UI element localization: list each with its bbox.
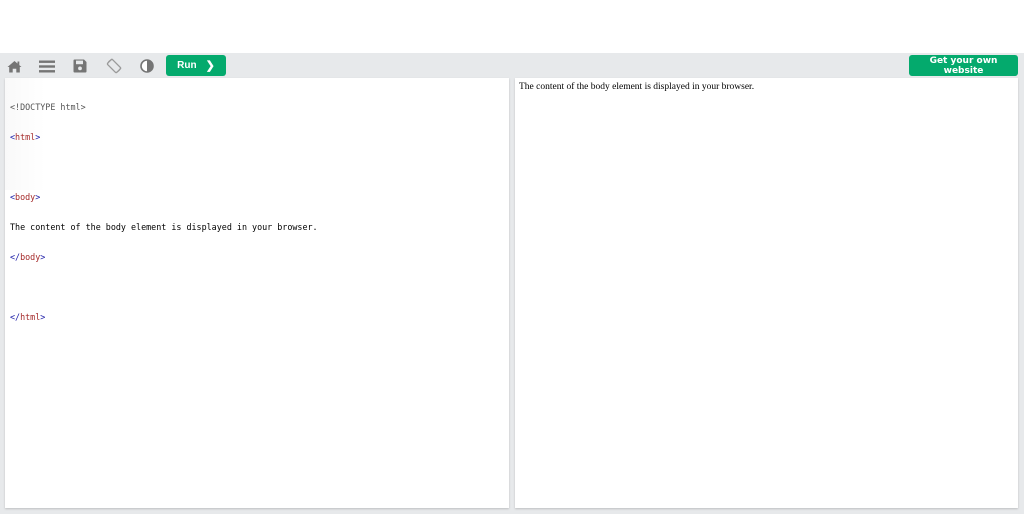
save-button[interactable] — [69, 56, 91, 76]
code-line: The content of the body element is displ… — [10, 222, 318, 232]
rotate-icon — [106, 58, 122, 74]
result-panel: The content of the body element is displ… — [515, 78, 1018, 508]
menu-button[interactable] — [36, 56, 58, 76]
tag-token: html — [15, 132, 36, 142]
bracket-token: > — [35, 192, 41, 202]
run-button[interactable]: Run ❯ — [166, 55, 226, 76]
menu-icon — [39, 60, 55, 73]
bracket-token: </ — [10, 252, 21, 262]
text-token: The content of the body element is displ… — [10, 222, 318, 232]
tag-token: body — [20, 252, 41, 262]
rotate-button[interactable] — [103, 56, 125, 76]
rendered-body-text: The content of the body element is displ… — [519, 82, 755, 92]
theme-contrast-icon — [140, 59, 154, 73]
bracket-token: </ — [10, 312, 21, 322]
toolbar: Run ❯ Get your own website — [0, 53, 1024, 78]
page-top-area — [0, 0, 1024, 53]
run-button-label: Run — [177, 60, 197, 71]
doctype-token: <!DOCTYPE html> — [10, 102, 86, 112]
bracket-token: > — [35, 132, 41, 142]
bracket-token: > — [40, 312, 46, 322]
code-line: <html> — [10, 132, 318, 142]
get-your-own-website-button[interactable]: Get your own website — [909, 55, 1018, 76]
code-line: <!DOCTYPE html> — [10, 102, 318, 112]
workspace: <!DOCTYPE html> <html> <body> The conten… — [0, 78, 1024, 514]
home-icon — [7, 60, 22, 73]
home-button[interactable] — [3, 56, 25, 76]
code-editor[interactable]: <!DOCTYPE html> <html> <body> The conten… — [5, 78, 509, 508]
theme-toggle-button[interactable] — [136, 56, 158, 76]
code-line: </html> — [10, 312, 318, 322]
chevron-right-icon: ❯ — [205, 60, 215, 72]
code-content[interactable]: <!DOCTYPE html> <html> <body> The conten… — [10, 82, 318, 342]
bracket-token: > — [40, 252, 46, 262]
tag-token: body — [15, 192, 36, 202]
tag-token: html — [20, 312, 41, 322]
save-icon — [73, 59, 87, 73]
code-line: <body> — [10, 192, 318, 202]
code-line: </body> — [10, 252, 318, 262]
